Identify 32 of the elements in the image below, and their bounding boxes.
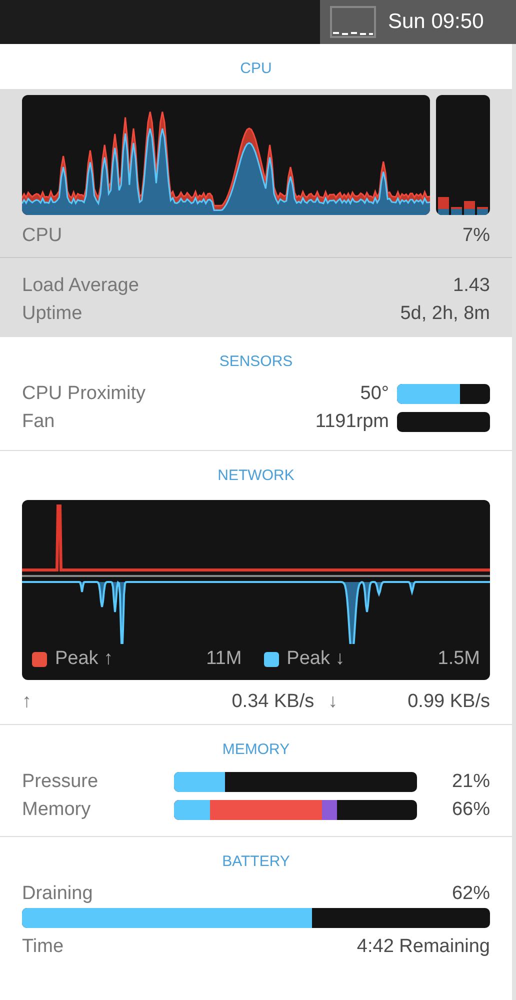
- sensor-label: CPU Proximity: [22, 383, 146, 405]
- battery-time-remaining: 4:42 Remaining: [356, 936, 490, 958]
- sensor-label: Fan: [22, 411, 55, 433]
- stat-value: 5d, 2h, 8m: [400, 303, 490, 325]
- sensor-value: 50°: [360, 383, 389, 405]
- section-title: BATTERY: [222, 852, 290, 872]
- upload-rate: 0.34 KB/s: [232, 691, 314, 713]
- monitor-status-icon: [330, 6, 376, 38]
- stat-label: Uptime: [22, 303, 82, 325]
- memory-value: 21%: [452, 771, 490, 793]
- section-title: CPU: [240, 59, 272, 79]
- cpu-label: CPU: [22, 225, 62, 247]
- battery-time-label: Time: [22, 936, 64, 958]
- upload-arrow: ↑: [22, 691, 32, 713]
- section-title: SENSORS: [219, 352, 293, 372]
- legend-value: 1.5M: [438, 648, 480, 670]
- sensor-value: 1191rpm: [315, 411, 389, 433]
- download-arrow: ↓: [328, 691, 338, 713]
- stat-label: Load Average: [22, 275, 139, 297]
- battery-status: Draining: [22, 883, 93, 905]
- cpu-usage-value: 7%: [462, 225, 490, 247]
- battery-percent: 62%: [452, 883, 490, 905]
- memory-value: 66%: [452, 799, 490, 821]
- legend-value: 11M: [206, 648, 242, 670]
- memory-label: Pressure: [22, 771, 100, 793]
- legend-label: Peak ↑: [55, 648, 114, 670]
- memory-label: Memory: [22, 799, 92, 821]
- stat-value: 1.43: [453, 275, 490, 297]
- legend-label: Peak ↓: [286, 648, 345, 670]
- download-rate: 0.99 KB/s: [408, 691, 490, 713]
- section-title: NETWORK: [218, 466, 294, 486]
- section-title: MEMORY: [222, 740, 290, 760]
